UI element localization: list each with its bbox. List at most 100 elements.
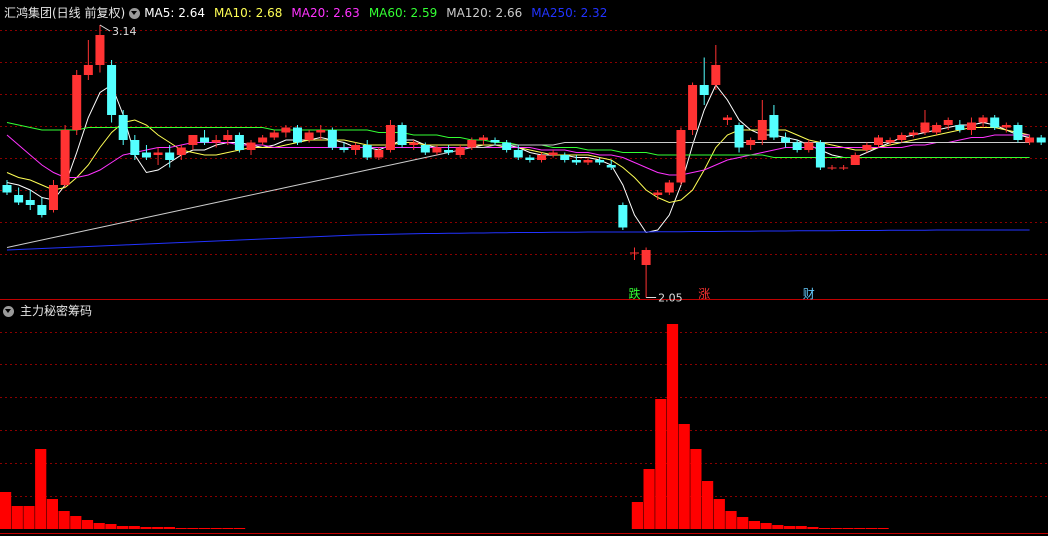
candle (1013, 122, 1023, 143)
candle (211, 135, 221, 148)
main-chart-header: 汇鸿集团(日线 前复权) MA5: 2.64 MA10: 2.68 MA20: 2.… (0, 3, 616, 23)
candle (37, 197, 47, 218)
candle (618, 202, 628, 230)
indicator-header: 主力秘密筹码 (0, 301, 92, 321)
chip-bar (702, 481, 714, 529)
candle (2, 180, 12, 195)
chip-bar (783, 526, 796, 529)
ma-legend-item: MA20: 2.63 (291, 6, 360, 20)
candle (827, 165, 837, 170)
candle (920, 110, 930, 135)
chevron-down-icon[interactable] (129, 7, 141, 19)
candle (153, 147, 163, 165)
candle (246, 140, 256, 155)
high-price-label: 3.14 (112, 25, 136, 38)
candle (60, 125, 70, 188)
candle (815, 140, 825, 170)
candle (293, 125, 302, 145)
chip-bar (163, 527, 175, 529)
chip-bar (23, 506, 35, 529)
ma-legend-item: MA5: 2.64 (144, 6, 205, 20)
event-marker: 财 (803, 287, 815, 301)
candle (676, 127, 686, 185)
candle (351, 142, 361, 155)
candle (966, 117, 976, 135)
candle (560, 152, 570, 163)
candle (699, 57, 709, 105)
chart-svg: 3.14 2.05 跌 涨 财 (0, 24, 1048, 534)
chip-bar (655, 399, 667, 529)
candle (188, 135, 198, 150)
chip-bar (152, 527, 164, 529)
chip-bar (175, 528, 187, 529)
candle (281, 125, 291, 138)
ma-legend-item: MA120: 2.66 (446, 6, 523, 20)
chip-bar (760, 523, 772, 529)
ma-legend-item: MA10: 2.68 (213, 6, 283, 20)
chip-bar (772, 525, 784, 529)
low-price-label: 2.05 (658, 292, 683, 305)
candle (525, 155, 535, 163)
chevron-down-icon[interactable] (3, 305, 14, 317)
candle (269, 130, 279, 140)
ma-legend-item: MA60: 2.59 (368, 6, 438, 20)
candle (327, 127, 337, 150)
candle (746, 137, 756, 150)
candle (688, 82, 698, 135)
candle (490, 137, 500, 145)
candle (48, 180, 58, 213)
chip-bar (187, 528, 199, 529)
candle (664, 180, 674, 195)
chip-bar (81, 520, 94, 529)
stock-title: 汇鸿集团(日线 前复权) (4, 6, 126, 20)
candle (548, 150, 558, 158)
chip-bar (854, 528, 866, 529)
candle (176, 145, 186, 160)
chip-bar (725, 511, 737, 529)
candle (908, 130, 918, 138)
candles (2, 25, 1046, 298)
chip-bar (678, 424, 690, 529)
candle (107, 60, 117, 123)
ma-lines (6, 84, 1030, 251)
chip-bar (11, 506, 23, 529)
candle (95, 25, 105, 73)
candle (25, 190, 35, 210)
chip-bar (210, 528, 222, 529)
chip-bar (35, 449, 47, 529)
chip-bar (140, 527, 152, 529)
chip-bar (0, 492, 12, 529)
candle (722, 115, 732, 125)
chip-bar (830, 528, 842, 529)
candle (385, 120, 395, 153)
candle (978, 115, 988, 128)
candle (141, 145, 151, 160)
ma-legend-item: MA250: 2.32 (531, 6, 608, 20)
chip-bar (70, 516, 82, 529)
chip-bar (819, 528, 831, 529)
candle (641, 247, 651, 298)
chip-bar (795, 526, 807, 529)
candle (804, 140, 814, 153)
candle (839, 165, 849, 170)
chip-bar (46, 499, 58, 529)
chip-bar (222, 528, 234, 529)
chip-bar (666, 324, 679, 529)
candle (897, 132, 907, 143)
candle (629, 247, 639, 260)
chip-bar (690, 449, 702, 529)
grid-lines (0, 30, 1048, 534)
candle (711, 45, 721, 90)
candle (850, 152, 860, 165)
candle (72, 70, 82, 135)
chip-bar (643, 469, 655, 529)
chip-bar (807, 527, 819, 529)
chip-bar (842, 528, 854, 529)
ma-legend: MA5: 2.64 MA10: 2.68 MA20: 2.63 MA60: 2.59 M… (144, 3, 616, 23)
candle (769, 105, 779, 140)
candle (118, 110, 128, 145)
candle (455, 145, 465, 158)
candle (130, 135, 140, 160)
indicator-title: 主力秘密筹码 (20, 304, 93, 318)
candle (478, 135, 488, 145)
